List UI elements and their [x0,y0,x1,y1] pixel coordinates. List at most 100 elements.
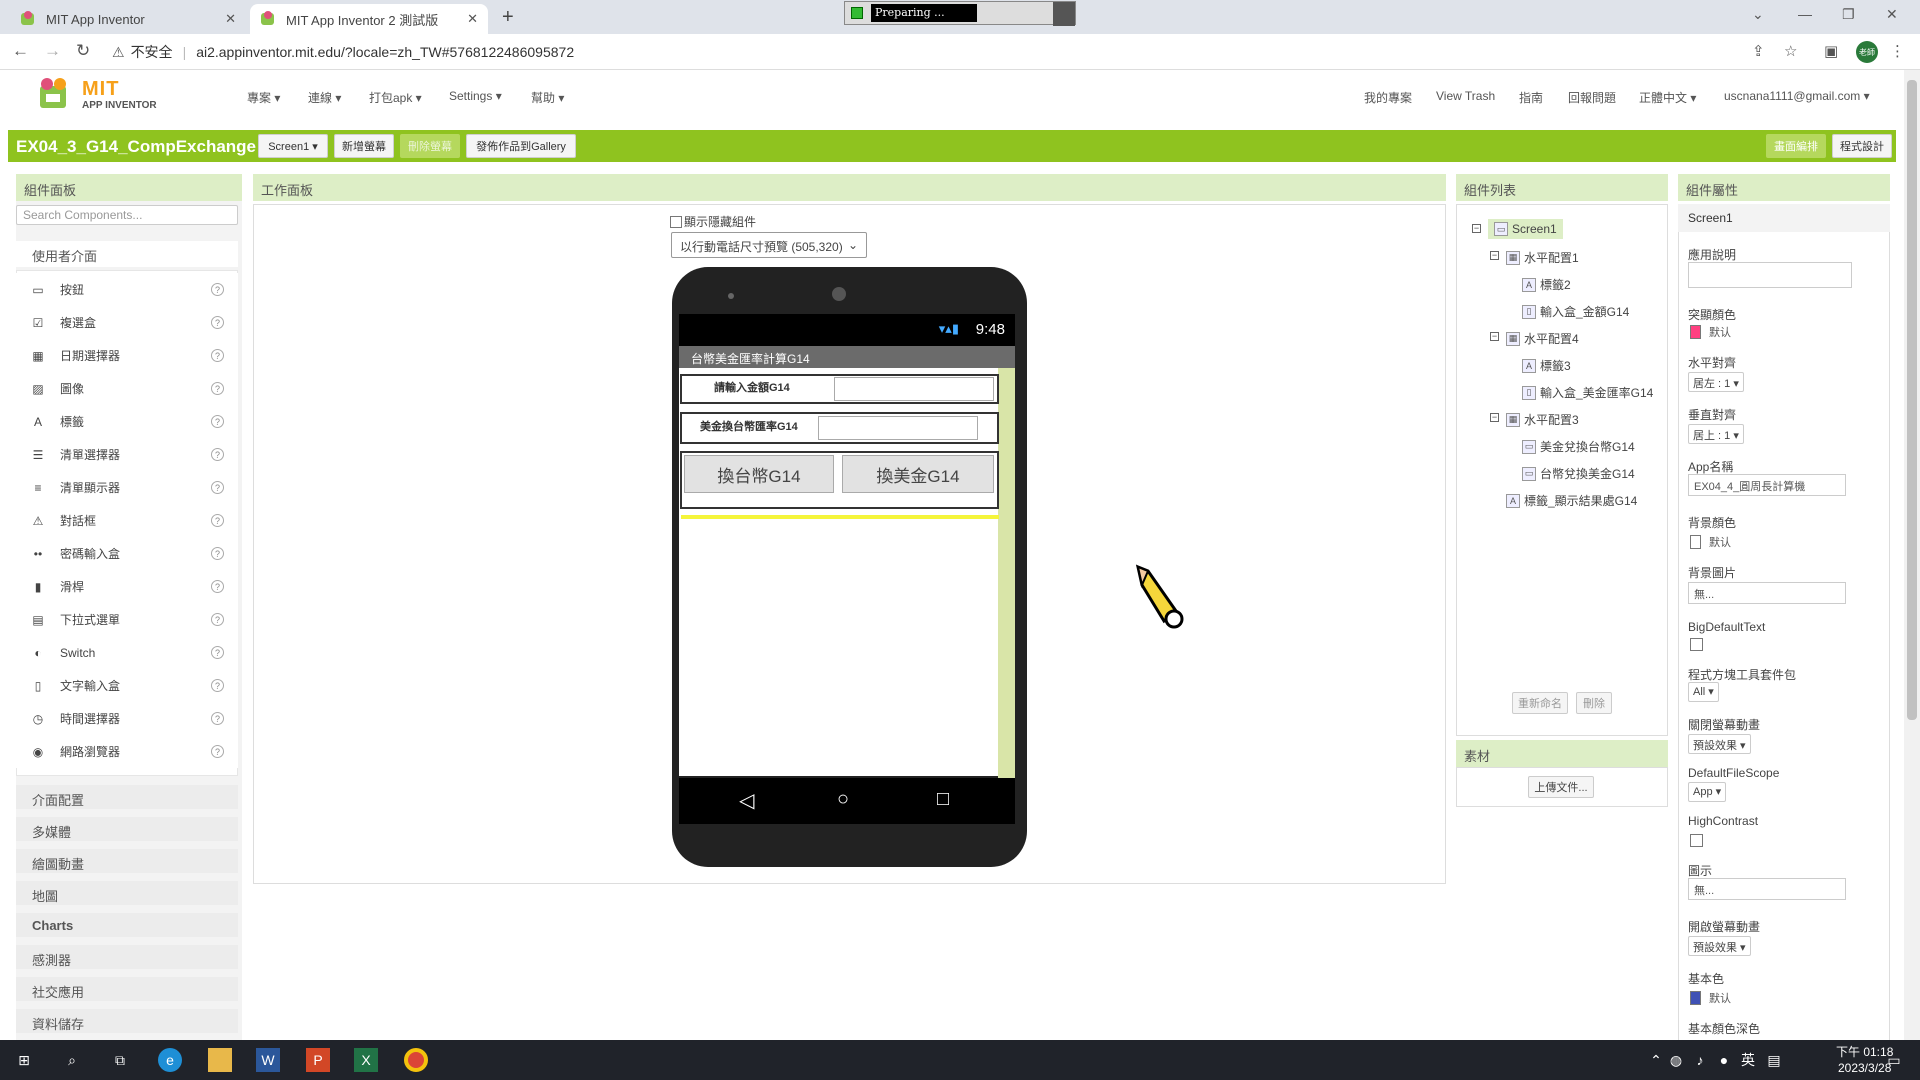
blocks-button[interactable]: 程式設計 [1832,134,1892,158]
label-amount[interactable]: 請輸入金額G14 [714,379,790,395]
help-icon[interactable]: ? [211,745,224,758]
palette-category[interactable]: Charts [16,913,238,937]
palette-item[interactable]: ☑ 複選盒? [16,306,238,339]
checkbox-box[interactable] [670,215,682,228]
delete-button[interactable]: 刪除 [1576,692,1612,714]
prop-toolkit-select[interactable]: All ▾ [1688,682,1719,702]
forward-icon[interactable]: → [44,41,61,61]
upload-file-button[interactable]: 上傳文件... [1528,776,1594,798]
prop-primary-color[interactable]: 默认 [1690,990,1731,1006]
component-search-input[interactable]: Search Components... [16,205,238,225]
palette-category[interactable]: 多媒體 [16,817,238,841]
help-icon[interactable]: ? [211,514,224,527]
profile-avatar[interactable]: 老師 [1856,41,1878,63]
menu-report-issue[interactable]: 回報問題 [1568,89,1616,106]
prop-appname-input[interactable]: EX04_4_圓周長計算機 [1688,474,1846,496]
tree-node[interactable]: ▭ Screen1 [1488,219,1563,239]
prop-bigtext-checkbox[interactable] [1690,638,1703,651]
tree-node[interactable]: A 標籤_顯示結果處G14 [1506,492,1637,509]
textbox-rate[interactable] [818,416,978,440]
prop-bgcolor[interactable]: 默认 [1690,534,1731,550]
palette-item[interactable]: ◐ Switch? [16,636,238,669]
result-label-placeholder[interactable] [681,515,999,519]
category-user-interface[interactable]: 使用者介面 [16,241,238,267]
collapse-toggle-icon[interactable]: − [1490,251,1499,260]
help-icon[interactable]: ? [211,712,224,725]
publish-gallery-button[interactable]: 發佈作品到Gallery [466,134,576,158]
tree-node[interactable]: ▯ 輸入盒_美金匯率G14 [1522,384,1653,401]
menu-view-trash[interactable]: View Trash [1436,89,1495,103]
excel-icon[interactable]: X [354,1048,378,1072]
textbox-amount[interactable] [834,377,994,401]
help-icon[interactable]: ? [211,283,224,296]
palette-item[interactable]: ▭ 按鈕? [16,273,238,306]
collapse-toggle-icon[interactable]: − [1472,224,1481,233]
rename-button[interactable]: 重新命名 [1512,692,1568,714]
word-icon[interactable]: W [256,1048,280,1072]
menu-connect[interactable]: 連線 ▾ [308,89,341,106]
reload-icon[interactable]: ↻ [76,41,90,61]
prop-bgimage-input[interactable]: 無... [1688,582,1846,604]
tree-node[interactable]: ▭ 台幣兌換美金G14 [1522,465,1635,482]
menu-account[interactable]: uscnana1111@gmail.com ▾ [1724,89,1870,103]
help-icon[interactable]: ? [211,613,224,626]
volume-icon[interactable]: ♪ [1688,1048,1712,1072]
convert-twd-button[interactable]: 換台幣G14 [684,455,834,493]
side-panel-icon[interactable]: ▣ [1824,42,1838,60]
menu-settings[interactable]: Settings ▾ [449,89,502,103]
browser-tab[interactable]: MIT App Inventor ✕ [10,4,246,34]
palette-category[interactable]: 資料儲存 [16,1009,238,1033]
phone-screen[interactable] [679,346,1015,776]
menu-help[interactable]: 幫助 ▾ [531,89,564,106]
powerpoint-icon[interactable]: P [306,1048,330,1072]
palette-item[interactable]: ⚠ 對話框? [16,504,238,537]
close-window-icon[interactable]: ✕ [1886,6,1898,23]
collapse-toggle-icon[interactable]: − [1490,413,1499,422]
palette-item[interactable]: ▮ 滑桿? [16,570,238,603]
share-icon[interactable]: ⇪ [1752,42,1765,60]
convert-usd-button[interactable]: 換美金G14 [842,455,994,493]
ime-indicator[interactable]: 英 [1736,1048,1760,1072]
mit-app-inventor-logo[interactable]: MIT APP INVENTOR [36,74,166,114]
prop-highcontrast-checkbox[interactable] [1690,834,1703,847]
help-icon[interactable]: ? [211,646,224,659]
palette-item[interactable]: ≡ 清單顯示器? [16,471,238,504]
network-icon[interactable]: ◍ [1664,1048,1688,1072]
menu-projects[interactable]: 專案 ▾ [247,89,280,106]
prop-close-anim-select[interactable]: 預設效果 ▾ [1688,734,1751,754]
palette-item[interactable]: A 標籤? [16,405,238,438]
task-view-icon[interactable]: ⧉ [108,1048,132,1072]
palette-item[interactable]: ☰ 清單選擇器? [16,438,238,471]
remove-screen-button[interactable]: 刪除螢幕 [400,134,460,158]
palette-category[interactable]: 介面配置 [16,785,238,809]
help-icon[interactable]: ? [211,580,224,593]
minimize-icon[interactable]: — [1798,6,1812,22]
prop-filescope-select[interactable]: App ▾ [1688,782,1727,802]
keyboard-icon[interactable]: ▤ [1762,1048,1786,1072]
prop-open-anim-select[interactable]: 預設效果 ▾ [1688,936,1751,956]
file-explorer-icon[interactable] [208,1048,232,1072]
mic-icon[interactable]: ● [1712,1048,1736,1072]
help-icon[interactable]: ? [211,382,224,395]
notifications-icon[interactable]: ▭ [1882,1048,1906,1072]
preview-size-select[interactable]: 以行動電話尺寸預覽 (505,320) ⌄ [671,232,867,258]
new-tab-icon[interactable]: + [502,6,514,29]
palette-item[interactable]: ◉ 網路瀏覽器? [16,735,238,768]
menu-language[interactable]: 正體中文 ▾ [1639,89,1696,106]
windows-start-icon[interactable]: ⊞ [12,1048,36,1072]
help-icon[interactable]: ? [211,547,224,560]
help-icon[interactable]: ? [211,679,224,692]
chrome-icon[interactable] [404,1048,428,1072]
help-icon[interactable]: ? [211,316,224,329]
palette-item[interactable]: ▤ 下拉式選單? [16,603,238,636]
url-field[interactable]: ⚠ 不安全 | ai2.appinventor.mit.edu/?locale=… [112,39,1802,65]
edge-icon[interactable]: e [158,1048,182,1072]
palette-item[interactable]: ◷ 時間選擇器? [16,702,238,735]
menu-guide[interactable]: 指南 [1519,89,1543,106]
back-icon[interactable]: ← [12,41,29,61]
collapse-toggle-icon[interactable]: − [1490,332,1499,341]
prop-about-textarea[interactable] [1688,262,1852,288]
page-scrollbar[interactable] [1904,70,1920,1040]
menu-build[interactable]: 打包apk ▾ [369,89,422,106]
restore-icon[interactable]: ❐ [1842,6,1855,23]
